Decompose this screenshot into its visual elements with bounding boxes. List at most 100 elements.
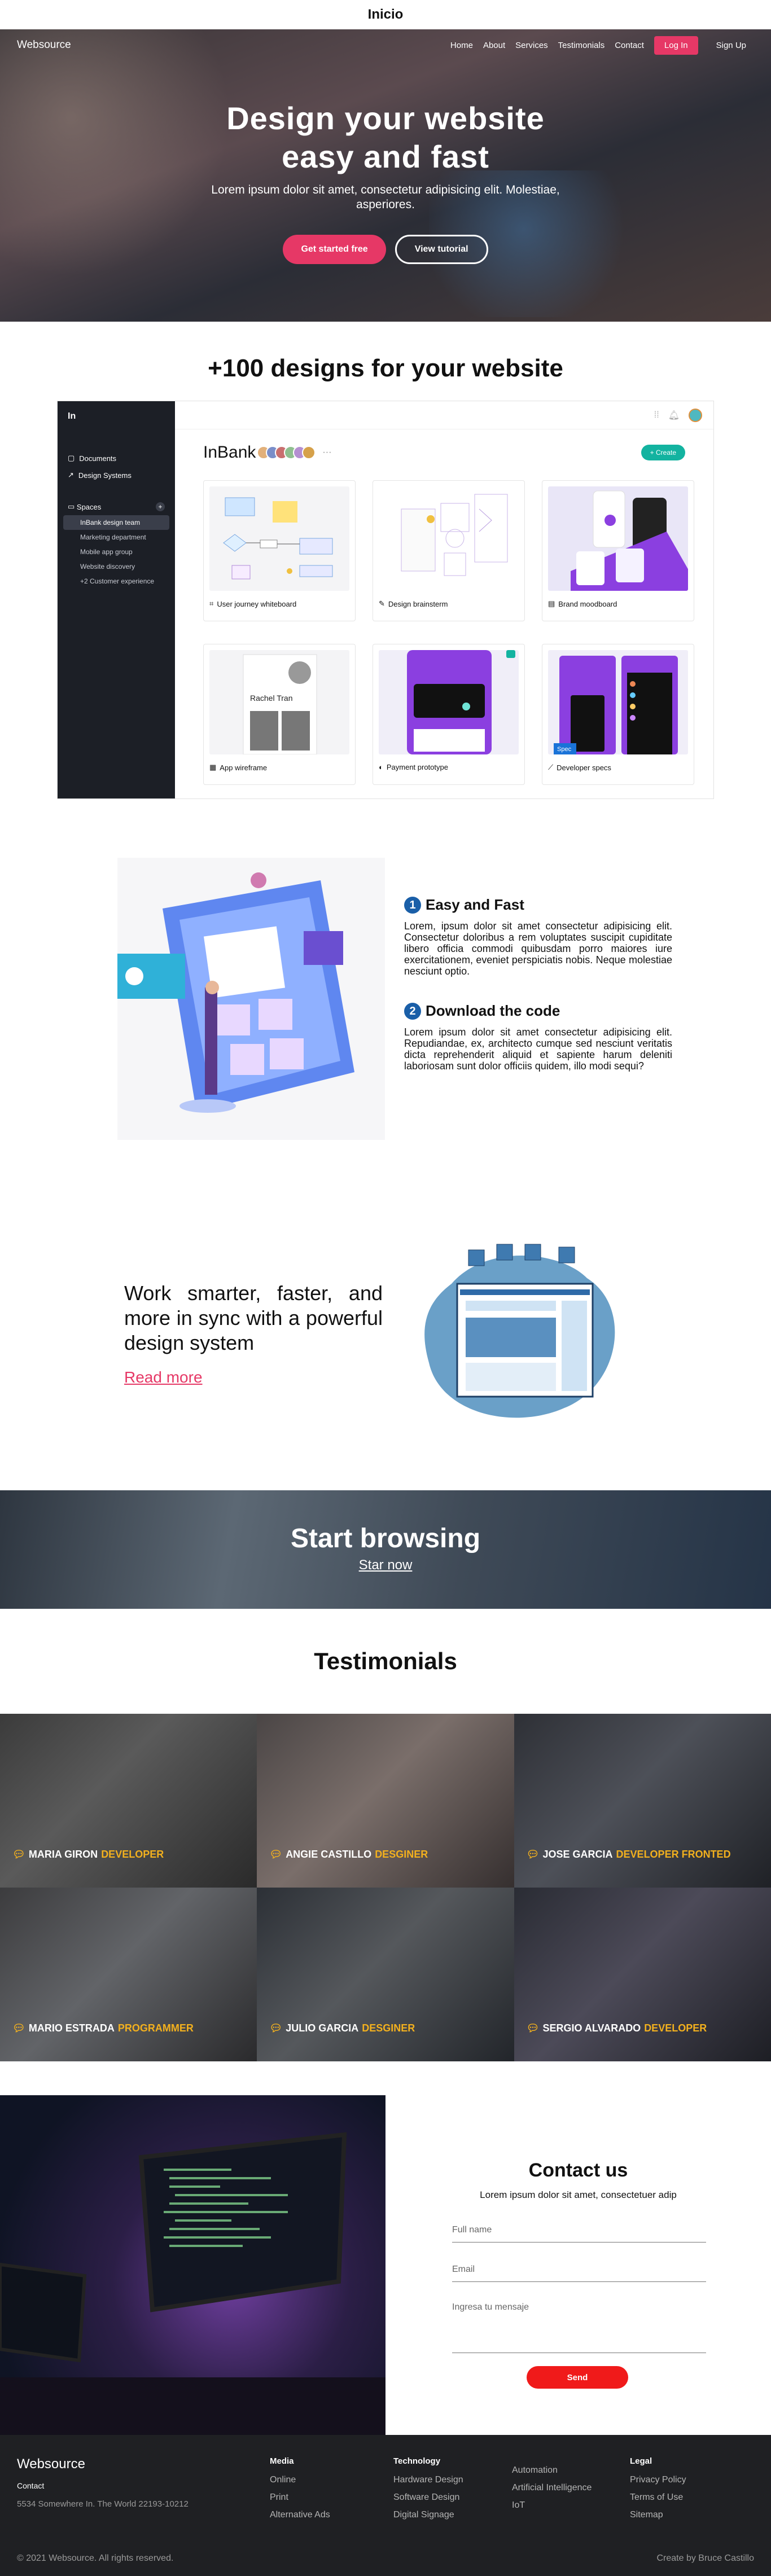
browse-title: Start browsing — [290, 1524, 481, 1554]
get-started-button[interactable]: Get started free — [283, 235, 386, 264]
avatar — [302, 446, 316, 459]
spaces-label: Spaces — [76, 502, 102, 511]
feature-number: 2 — [404, 1002, 421, 1020]
card-title: Brand moodboard — [558, 599, 617, 608]
read-more-link[interactable]: Read more — [124, 1368, 203, 1386]
design-card[interactable]: ▤ Brand moodboard — [542, 480, 694, 621]
top-nav: Websource Home About Services Testimonia… — [0, 29, 771, 61]
testimonial-card[interactable]: 💬︎ JOSE GARCIA DEVELOPER FRONTED — [514, 1714, 771, 1888]
space-item-mobile[interactable]: Mobile app group — [63, 545, 169, 559]
whiteboard-icon: ⌗ — [209, 599, 214, 608]
chat-bubble-icon: 💬︎ — [526, 2022, 540, 2034]
message-field[interactable]: Ingresa tu mensaje — [452, 2302, 706, 2353]
brand-logo[interactable]: Websource — [17, 39, 71, 51]
testimonials-title: Testimonials — [314, 1648, 457, 1674]
signup-button[interactable]: Sign Up — [708, 36, 754, 55]
feature-title: 2 Download the code — [404, 1002, 672, 1020]
feature-text: Lorem ipsum dolor sit amet consectetur a… — [404, 1026, 672, 1072]
feature-title-text: Easy and Fast — [426, 896, 524, 913]
hero-subtitle: Lorem ipsum dolor sit amet, consectetur … — [211, 183, 560, 211]
share-icon: ↗ — [68, 471, 74, 479]
brainstorm-icon: ✎ — [379, 599, 385, 608]
view-tutorial-button[interactable]: View tutorial — [395, 235, 488, 264]
feature-title-text: Download the code — [426, 1002, 560, 1019]
design-card[interactable]: Spec ⟋ Developer specs — [542, 644, 694, 785]
more-icon[interactable]: ··· — [322, 447, 331, 458]
testimonial-caption: 💬︎ SERGIO ALVARADO DEVELOPER — [527, 2022, 707, 2034]
whiteboard-thumbnail — [209, 486, 349, 591]
features-section: 1 Easy and Fast Lorem, ipsum dolor sit am… — [117, 858, 672, 1140]
testimonial-card[interactable]: 💬︎ JULIO GARCIA DESGINER — [257, 1888, 514, 2061]
email-field[interactable]: Email — [452, 2265, 706, 2282]
footer-link[interactable]: Print — [270, 2492, 330, 2503]
chat-bubble-icon: 💬︎ — [269, 1849, 283, 1860]
bell-icon[interactable]: 🔔︎ — [668, 410, 680, 421]
space-item-inbank[interactable]: InBank design team — [63, 515, 169, 530]
full-name-field[interactable]: Full name — [452, 2225, 706, 2243]
testimonial-card[interactable]: 💬︎ MARIO ESTRADA PROGRAMMER — [0, 1888, 257, 2061]
footer-link[interactable]: Sitemap — [630, 2510, 686, 2520]
design-card[interactable]: ◐ Payment prototype — [373, 644, 525, 785]
wireframe-icon: ▦ — [209, 763, 217, 771]
design-card[interactable]: ✎ Design brainsterm — [373, 480, 525, 621]
create-button[interactable]: + Create — [641, 445, 685, 460]
testimonials-grid: 💬︎ MARIA GIRON DEVELOPER 💬︎ ANGIE CASTILLO D… — [0, 1714, 771, 2061]
testimonial-card[interactable]: 💬︎ MARIA GIRON DEVELOPER — [0, 1714, 257, 1888]
testimonial-role: DEVELOPER — [101, 1849, 164, 1860]
contact-title: Contact us — [528, 2160, 628, 2181]
card-title: Developer specs — [557, 763, 611, 772]
feature-text: Lorem, ipsum dolor sit amet consectetur … — [404, 920, 672, 977]
credit: Create by Bruce Castillo — [656, 2553, 754, 2563]
testimonial-role: DESGINER — [362, 2022, 415, 2034]
star-now-link[interactable]: Star now — [359, 1557, 413, 1573]
app-logo[interactable]: In — [68, 411, 169, 422]
design-card[interactable]: ⌗ User journey whiteboard — [203, 480, 356, 621]
sidebar-item-design-systems[interactable]: ↗ Design Systems — [63, 467, 169, 484]
designs-title: +100 designs for your website — [208, 354, 563, 382]
footer-link[interactable]: Digital Signage — [393, 2510, 463, 2520]
testimonial-name: MARIO ESTRADA — [28, 2022, 115, 2034]
footer-link[interactable]: Automation — [512, 2465, 592, 2476]
footer-link[interactable]: Privacy Policy — [630, 2475, 686, 2485]
testimonial-card[interactable]: 💬︎ ANGIE CASTILLO DESGINER — [257, 1714, 514, 1888]
footer-link[interactable]: Online — [270, 2475, 330, 2485]
moodboard-icon: ▤ — [548, 599, 555, 608]
app-preview: In ▢ Documents ↗ Design Systems ▭ Spaces + … — [57, 401, 714, 799]
card-title: Payment prototype — [386, 763, 448, 771]
grid-icon[interactable]: ⁞⁞ — [654, 410, 659, 420]
nav-testimonials[interactable]: Testimonials — [558, 41, 605, 50]
browse-banner: Start browsing Star now — [0, 1490, 771, 1609]
wireframe-person-name: Rachel Tran — [250, 694, 292, 703]
testimonial-card[interactable]: 💬︎ SERGIO ALVARADO DEVELOPER — [514, 1888, 771, 2061]
space-item-marketing[interactable]: Marketing department — [63, 530, 169, 545]
sidebar-item-documents[interactable]: ▢ Documents — [63, 450, 169, 467]
testimonial-caption: 💬︎ JULIO GARCIA DESGINER — [269, 2022, 415, 2034]
nav-contact[interactable]: Contact — [615, 41, 644, 50]
add-space-icon[interactable]: + — [156, 502, 165, 511]
specs-thumbnail: Spec — [548, 650, 688, 754]
footer-link[interactable]: Hardware Design — [393, 2475, 463, 2485]
send-button[interactable]: Send — [527, 2366, 628, 2389]
card-label: ⌗ User journey whiteboard — [209, 599, 349, 608]
space-item-website[interactable]: Website discovery — [63, 559, 169, 574]
footer-col-technology: Technology Hardware Design Software Desi… — [393, 2456, 463, 2527]
user-avatar[interactable] — [689, 408, 702, 422]
footer-link[interactable]: Artificial Intelligence — [512, 2483, 592, 2493]
nav-about[interactable]: About — [483, 41, 505, 50]
footer-col-legal: Legal Privacy Policy Terms of Use Sitema… — [630, 2456, 686, 2527]
design-system-illustration — [424, 1244, 615, 1418]
login-button[interactable]: Log In — [654, 36, 698, 55]
footer-link[interactable]: Alternative Ads — [270, 2510, 330, 2520]
testimonial-role: DEVELOPER — [644, 2022, 707, 2034]
space-item-customer[interactable]: +2 Customer experience — [63, 574, 169, 589]
footer-link[interactable]: Terms of Use — [630, 2492, 686, 2503]
footer-link[interactable]: IoT — [512, 2500, 592, 2511]
design-card[interactable]: Rachel Tran ▦ App wireframe — [203, 644, 356, 785]
hero-title-line1: Design your website — [226, 100, 545, 136]
chat-bubble-icon: 💬︎ — [269, 2022, 283, 2034]
payment-icon: ◐ — [379, 763, 383, 771]
footer-link[interactable]: Software Design — [393, 2492, 463, 2503]
nav-services[interactable]: Services — [515, 41, 548, 50]
wireframe-thumbnail: Rachel Tran — [209, 650, 349, 754]
nav-home[interactable]: Home — [450, 41, 473, 50]
